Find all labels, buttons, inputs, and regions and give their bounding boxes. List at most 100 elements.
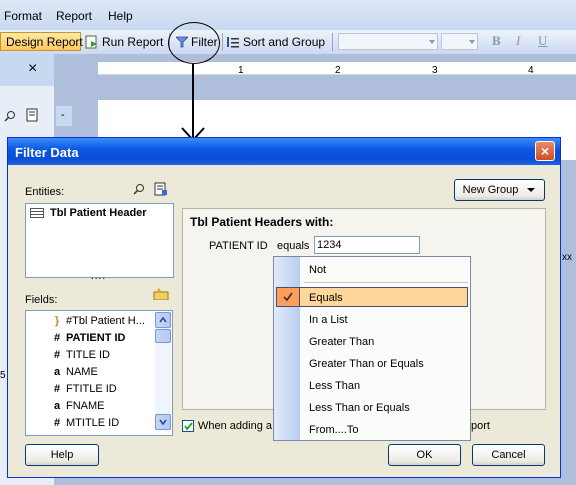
design-report-label: Design Report bbox=[6, 34, 83, 49]
scroll-up-button[interactable] bbox=[155, 312, 171, 328]
collapse-handle[interactable]: - bbox=[56, 106, 72, 126]
fields-list[interactable]: } #Tbl Patient H... # PATIENT ID # TITLE ID… bbox=[25, 310, 173, 436]
menu-separator bbox=[304, 282, 468, 283]
operator-menu: Not Equals In a List Greater Than Greate… bbox=[273, 256, 471, 441]
add-field-icon[interactable] bbox=[153, 288, 169, 300]
edge-text-right: xx bbox=[562, 252, 572, 263]
checkbox-label: When adding a bbox=[198, 420, 272, 432]
list-item[interactable]: } #Tbl Patient H... bbox=[52, 312, 145, 329]
list-item[interactable]: # PATIENT ID bbox=[52, 329, 126, 346]
cancel-button[interactable]: Cancel bbox=[472, 444, 545, 466]
list-item[interactable]: # FTITLE ID bbox=[52, 380, 117, 397]
menu-icon-strip bbox=[274, 257, 300, 440]
font-size-combo[interactable] bbox=[441, 33, 478, 50]
panel-close-button[interactable]: × bbox=[28, 60, 37, 78]
menu-bar: Format Report Help bbox=[0, 0, 576, 30]
chevron-up-icon bbox=[159, 316, 167, 323]
condition-value-input[interactable]: 1234 bbox=[314, 236, 420, 254]
ruler: 1 2 3 4 bbox=[98, 62, 576, 76]
menu-item-in-a-list[interactable]: In a List bbox=[309, 314, 348, 326]
run-report-icon bbox=[85, 35, 97, 48]
field-type-icon: # bbox=[53, 331, 61, 344]
field-type-icon: # bbox=[53, 416, 61, 429]
menu-report[interactable]: Report bbox=[56, 9, 92, 23]
field-name: MTITLE ID bbox=[66, 416, 120, 429]
condition-field[interactable]: PATIENT ID bbox=[209, 240, 268, 252]
toolbar: Design Report Run Report Filter Sort and… bbox=[0, 30, 576, 55]
field-type-icon: # bbox=[53, 382, 61, 395]
menu-item-less-than[interactable]: Less Than bbox=[309, 380, 360, 392]
condition-operator[interactable]: equals bbox=[277, 240, 309, 252]
table-icon bbox=[30, 208, 44, 218]
list-item[interactable]: a NAME bbox=[52, 363, 98, 380]
menu-format[interactable]: Format bbox=[4, 9, 42, 23]
bold-button[interactable]: B bbox=[492, 33, 501, 49]
add-field-checkbox[interactable] bbox=[182, 420, 194, 432]
menu-item-from-to[interactable]: From....To bbox=[309, 424, 359, 436]
menu-help[interactable]: Help bbox=[108, 9, 133, 23]
list-item[interactable]: # MTITLE ID bbox=[52, 414, 119, 431]
selected-item-highlight bbox=[276, 287, 468, 307]
run-report-button[interactable]: Run Report bbox=[85, 32, 163, 51]
ruler-tick: 4 bbox=[528, 65, 534, 76]
dialog-titlebar: Filter Data × bbox=[8, 138, 560, 165]
field-name: TITLE ID bbox=[66, 348, 111, 361]
scroll-thumb[interactable] bbox=[155, 329, 171, 343]
field-name: PATIENT ID bbox=[66, 331, 126, 344]
list-item[interactable]: Tbl Patient Header bbox=[30, 207, 147, 219]
sort-and-group-button[interactable]: Sort and Group bbox=[226, 32, 325, 51]
search-icon bbox=[4, 111, 15, 122]
design-report-button[interactable]: Design Report bbox=[0, 32, 83, 51]
properties-icon[interactable] bbox=[154, 182, 168, 196]
ok-button[interactable]: OK bbox=[388, 444, 461, 466]
menu-item-greater-than[interactable]: Greater Than bbox=[309, 336, 374, 348]
checkbox-label-end: port bbox=[471, 420, 490, 432]
condition-value: 1234 bbox=[317, 239, 342, 251]
list-item[interactable]: # TITLE ID bbox=[52, 346, 110, 363]
checkmark-icon bbox=[184, 422, 193, 431]
italic-button[interactable]: I bbox=[516, 33, 520, 49]
ruler-tick: 2 bbox=[335, 65, 341, 76]
underline-button[interactable]: U bbox=[538, 33, 547, 49]
menu-item-greater-than-or-equals[interactable]: Greater Than or Equals bbox=[309, 358, 424, 370]
field-name: FNAME bbox=[66, 399, 105, 412]
edge-text-left: 5 bbox=[0, 370, 6, 381]
help-button[interactable]: Help bbox=[25, 444, 99, 466]
field-name: FTITLE ID bbox=[66, 382, 117, 395]
side-panel-header: × bbox=[0, 54, 54, 86]
menu-item-equals[interactable]: Equals bbox=[309, 292, 343, 304]
annotation-ellipse bbox=[168, 22, 220, 64]
entity-name: Tbl Patient Header bbox=[50, 207, 147, 219]
search-icon[interactable] bbox=[133, 183, 145, 195]
new-group-button[interactable]: New Group bbox=[454, 179, 545, 201]
new-group-label: New Group bbox=[462, 184, 519, 196]
chevron-down-icon bbox=[159, 419, 167, 426]
sort-group-icon bbox=[227, 36, 239, 47]
field-type-icon: # bbox=[53, 348, 61, 361]
chevron-down-icon bbox=[527, 188, 536, 192]
field-type-icon: a bbox=[53, 365, 61, 378]
field-type-icon: a bbox=[53, 399, 61, 412]
splitter-handle[interactable]: .... bbox=[91, 271, 106, 282]
fields-label: Fields: bbox=[25, 294, 58, 306]
checkmark-icon bbox=[283, 292, 293, 302]
menu-item-not[interactable]: Not bbox=[309, 264, 326, 276]
menu-item-less-than-or-equals[interactable]: Less Than or Equals bbox=[309, 402, 410, 414]
scroll-down-button[interactable] bbox=[155, 414, 171, 430]
field-type-icon: } bbox=[54, 314, 60, 327]
font-name-combo[interactable] bbox=[338, 33, 438, 50]
fields-scrollbar[interactable] bbox=[155, 312, 171, 430]
dialog-title: Filter Data bbox=[15, 145, 79, 160]
group-heading: Tbl Patient Headers with: bbox=[190, 215, 334, 229]
ruler-tick: 3 bbox=[432, 65, 438, 76]
ruler-tick: 1 bbox=[238, 65, 244, 76]
entities-list[interactable]: Tbl Patient Header bbox=[25, 203, 174, 278]
entities-label: Entities: bbox=[25, 186, 65, 198]
field-name: #Tbl Patient H... bbox=[66, 314, 145, 327]
selected-check bbox=[276, 287, 300, 307]
field-name: NAME bbox=[66, 365, 98, 378]
sort-and-group-label: Sort and Group bbox=[243, 34, 326, 49]
close-button[interactable]: × bbox=[535, 141, 555, 161]
list-item[interactable]: a FNAME bbox=[52, 397, 105, 414]
properties-icon bbox=[26, 108, 38, 122]
